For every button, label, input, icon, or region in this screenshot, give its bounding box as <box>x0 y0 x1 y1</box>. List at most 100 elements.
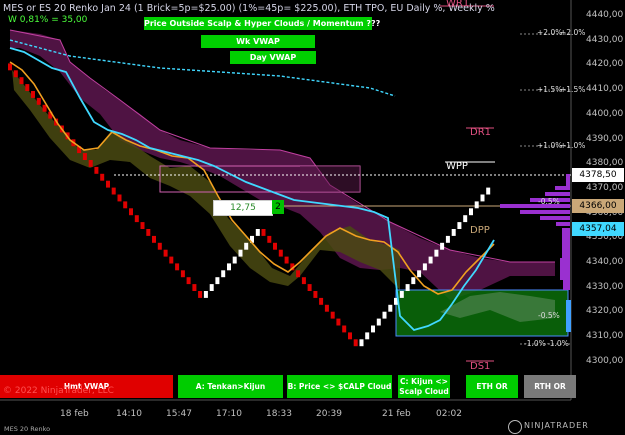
up-brick <box>469 208 473 216</box>
price-scalp-cloud-button[interactable]: B: Price <> $CALP Cloud <box>287 375 392 398</box>
up-brick <box>376 318 381 326</box>
price-tick-label: 4370,00 <box>586 182 624 193</box>
down-brick <box>123 201 128 209</box>
dpp-price-marker: 4366,00 <box>572 199 624 213</box>
time-label: 02:02 <box>436 409 462 419</box>
time-label: 17:10 <box>216 409 242 419</box>
price-tick-label: 4380,00 <box>586 158 624 169</box>
price-tick-label: 4430,00 <box>586 34 624 45</box>
pct-label: +2.0% <box>537 28 563 37</box>
price-tick-label: 4320,00 <box>586 306 624 317</box>
down-brick <box>152 235 156 243</box>
pct-label: -1.0% <box>524 339 546 348</box>
down-brick <box>140 222 145 229</box>
up-brick <box>411 277 416 285</box>
tenkan-kijun-button[interactable]: A: Tenkan>Kijun <box>178 375 283 398</box>
price-tick-label: 4420,00 <box>586 59 624 70</box>
up-brick <box>221 270 226 278</box>
up-brick <box>486 187 491 195</box>
brick-count-box: 2 <box>272 200 284 214</box>
down-brick <box>313 291 318 298</box>
up-brick <box>440 242 445 250</box>
price-tick-label: 4390,00 <box>586 133 624 144</box>
price-tick-label: 4440,00 <box>586 10 624 20</box>
up-brick <box>209 284 214 291</box>
time-label: 18:33 <box>266 409 292 419</box>
down-brick <box>117 194 122 202</box>
down-brick <box>19 77 24 85</box>
renko-chart[interactable] <box>0 0 625 435</box>
weekly-range-text: W 0,81% = 35,00 <box>8 15 88 25</box>
up-brick <box>399 291 404 298</box>
down-brick <box>8 63 12 71</box>
wr1-label: WR1 <box>446 0 470 9</box>
eth-or-button[interactable]: ETH OR <box>466 375 518 398</box>
up-brick <box>451 229 456 236</box>
up-brick <box>422 263 427 271</box>
up-brick <box>244 242 249 250</box>
ds1-label: DS1 <box>470 361 491 372</box>
down-brick <box>273 242 277 250</box>
up-brick <box>365 332 370 340</box>
dr1-label: DR1 <box>470 127 492 138</box>
down-brick <box>192 284 197 291</box>
down-brick <box>198 291 203 298</box>
up-brick <box>238 249 243 257</box>
up-brick <box>405 284 410 291</box>
up-brick <box>203 291 208 298</box>
down-brick <box>129 208 133 216</box>
down-brick <box>106 180 110 188</box>
down-brick <box>342 325 347 333</box>
rth-or-button[interactable]: RTH OR <box>524 375 576 398</box>
price-tick-label: 4300,00 <box>586 355 624 366</box>
down-brick <box>301 277 306 285</box>
pct-label: -0.5% <box>538 311 560 320</box>
up-brick <box>474 201 479 209</box>
down-brick <box>42 104 47 112</box>
down-brick <box>100 173 105 181</box>
down-brick <box>336 318 341 326</box>
price-tick-label: 4410,00 <box>586 84 624 95</box>
down-brick <box>157 242 162 250</box>
pct-label: +1.5% <box>560 85 586 94</box>
down-brick <box>324 304 329 312</box>
kijun-scalp-cloud-button[interactable]: C: Kijun <> Scalp Cloud <box>398 375 450 398</box>
down-brick <box>330 311 335 319</box>
down-brick <box>348 332 352 340</box>
up-brick <box>232 256 237 264</box>
pct-label: -1.0% <box>547 339 569 348</box>
down-brick <box>134 215 139 223</box>
pct-label: +1.0% <box>560 141 586 150</box>
profile-cyan-bar <box>566 300 571 332</box>
price-tick-label: 4330,00 <box>586 281 624 292</box>
price-tick-label: 4310,00 <box>586 331 624 342</box>
pct-label: +1.5% <box>537 85 563 94</box>
time-label: 15:47 <box>166 409 192 419</box>
dpp-label: DPP <box>470 225 490 236</box>
wk-vwap-banner: Wk VWAP <box>201 35 315 48</box>
down-brick <box>36 97 41 105</box>
down-brick <box>31 91 35 98</box>
up-brick <box>445 235 450 243</box>
down-brick <box>307 284 312 291</box>
time-label: 14:10 <box>116 409 142 419</box>
chart-title: MES or ES 20 Renko Jan 24 (1 Brick=5p=$2… <box>3 3 495 14</box>
day-vwap-banner: Day VWAP <box>230 51 316 64</box>
down-brick <box>353 339 358 347</box>
time-label: 18 feb <box>60 409 89 419</box>
down-brick <box>296 270 301 278</box>
time-label: 21 feb <box>382 409 411 419</box>
copyright-text: © 2022 NinjaTrader, LLC <box>3 386 114 396</box>
time-label: 20:39 <box>316 409 342 419</box>
down-brick <box>88 160 93 167</box>
momentum-banner: Price Outside Scalp & Hyper Clouds / Mom… <box>144 17 381 30</box>
up-brick <box>255 229 260 236</box>
down-brick <box>169 256 174 264</box>
up-brick <box>417 270 422 278</box>
range-value-box: 12,75 <box>213 200 273 216</box>
up-brick <box>428 256 433 264</box>
down-brick <box>319 297 324 305</box>
tpo-box-inner <box>300 166 360 192</box>
down-brick <box>94 166 99 174</box>
down-brick <box>82 153 87 160</box>
